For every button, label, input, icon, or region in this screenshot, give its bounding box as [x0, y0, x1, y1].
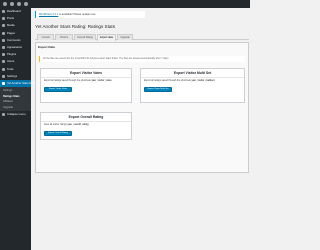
- yasr-submenu: Settings Ratings Stats Affiliates Upgrad…: [0, 87, 31, 112]
- card-divider: [41, 121, 131, 122]
- appearance-icon: [2, 46, 5, 50]
- main-content: WordPress 6.1.1 is available! Please upd…: [35, 8, 250, 250]
- media-icon: [2, 24, 5, 28]
- sidebar-item-label: Dashboard: [7, 9, 21, 14]
- posts-icon: [2, 17, 5, 21]
- sidebar-item-label: Appearance: [7, 45, 23, 50]
- admin-bar: [0, 0, 250, 8]
- sidebar-item-pages[interactable]: Pages: [0, 30, 31, 37]
- card-export-overall-rating: Export Overall Rating Save all author ra…: [40, 112, 132, 140]
- export-visitor-votes-button[interactable]: Export Visitor Votes: [44, 87, 72, 92]
- export-panel: Export Data All the files are saved into…: [35, 42, 249, 173]
- comments-icon[interactable]: [17, 2, 21, 6]
- sidebar-item-label: Tools: [7, 66, 14, 71]
- tab-visitors[interactable]: Visitors: [55, 34, 73, 40]
- comments-icon: [2, 38, 5, 42]
- pages-icon: [2, 31, 5, 35]
- page-title: Yet Another Stars Rating: Ratings Stats: [35, 24, 116, 29]
- sidebar-item-label: Users: [7, 59, 15, 64]
- sidebar-item-plugins[interactable]: Plugins: [0, 51, 31, 58]
- sidebar-item-label: Settings: [7, 73, 18, 78]
- card-description: Save all author ratings yasr_overall_rat…: [44, 124, 89, 126]
- sidebar-item-label: Media: [7, 23, 15, 28]
- sidebar-item-yet-another-stars-rating[interactable]: Yet Another Stars Rating: [0, 79, 38, 88]
- collapse-menu[interactable]: Collapse menu: [0, 111, 31, 118]
- star-icon: [2, 81, 5, 85]
- tab-export-data[interactable]: Export data: [97, 34, 116, 41]
- update-link[interactable]: WordPress 6.1.1: [39, 13, 58, 16]
- export-visitor-multiset-button[interactable]: Export Visitor Multi Set: [144, 87, 172, 92]
- section-title: Export Data: [38, 45, 55, 49]
- tab-upgrade[interactable]: Upgrade: [117, 34, 133, 40]
- sidebar-item-label: Plugins: [7, 52, 17, 57]
- sidebar-item-label: Posts: [7, 16, 14, 21]
- sidebar-item-users[interactable]: Users: [0, 58, 31, 65]
- tab-overall[interactable]: Overall: [37, 34, 54, 40]
- plugins-icon: [2, 53, 5, 57]
- card-title: Export Visitor Multi Set: [173, 71, 212, 75]
- card-title: Export Visitor Votes: [69, 71, 103, 75]
- card-divider: [141, 77, 244, 78]
- submenu-item-upgrade[interactable]: Upgrade: [0, 105, 31, 111]
- card-export-visitor-votes: Export Visitor Votes Export all ratings …: [40, 68, 132, 103]
- update-text: is available! Please update now.: [59, 13, 96, 16]
- sidebar-item-tools[interactable]: Tools: [0, 66, 31, 73]
- sidebar-item-comments[interactable]: Comments: [0, 37, 31, 44]
- sidebar-item-dashboard[interactable]: Dashboard: [0, 8, 31, 15]
- new-icon[interactable]: [24, 2, 28, 6]
- admin-sidebar: Dashboard Posts Media Pages Comments Appearan…: [0, 8, 38, 250]
- wp-logo-icon[interactable]: [3, 2, 7, 6]
- card-export-visitor-multiset: Export Visitor Multi Set Export all rati…: [140, 68, 245, 103]
- home-icon[interactable]: [10, 2, 14, 6]
- users-icon: [2, 60, 5, 64]
- export-info: All the files are saved into the /tmp/20…: [39, 56, 245, 62]
- card-title: Export Overall Rating: [68, 115, 104, 119]
- sidebar-item-label: Comments: [7, 37, 21, 42]
- tab-overall-rating[interactable]: Overall Rating: [74, 34, 96, 40]
- tab-bar: Overall Visitors Overall Rating Export d…: [35, 33, 249, 41]
- card-description: Export all ratings saved through the sho…: [144, 80, 215, 82]
- sidebar-item-label: Yet Another Stars Rating: [7, 80, 38, 85]
- export-overall-rating-button[interactable]: Export Overall Rating: [44, 131, 72, 136]
- sidebar-item-appearance[interactable]: Appearance: [0, 44, 31, 51]
- update-notice: WordPress 6.1.1 is available! Please upd…: [35, 11, 145, 18]
- settings-icon: [2, 74, 5, 78]
- tools-icon: [2, 67, 5, 71]
- sidebar-item-posts[interactable]: Posts: [0, 15, 31, 22]
- card-divider: [41, 77, 131, 78]
- collapse-icon: [2, 113, 5, 117]
- dashboard-icon: [2, 10, 5, 14]
- sidebar-item-label: Pages: [7, 30, 15, 35]
- sidebar-item-settings[interactable]: Settings: [0, 73, 31, 80]
- sidebar-item-media[interactable]: Media: [0, 22, 31, 29]
- card-description: Export all ratings saved through the sho…: [44, 80, 112, 82]
